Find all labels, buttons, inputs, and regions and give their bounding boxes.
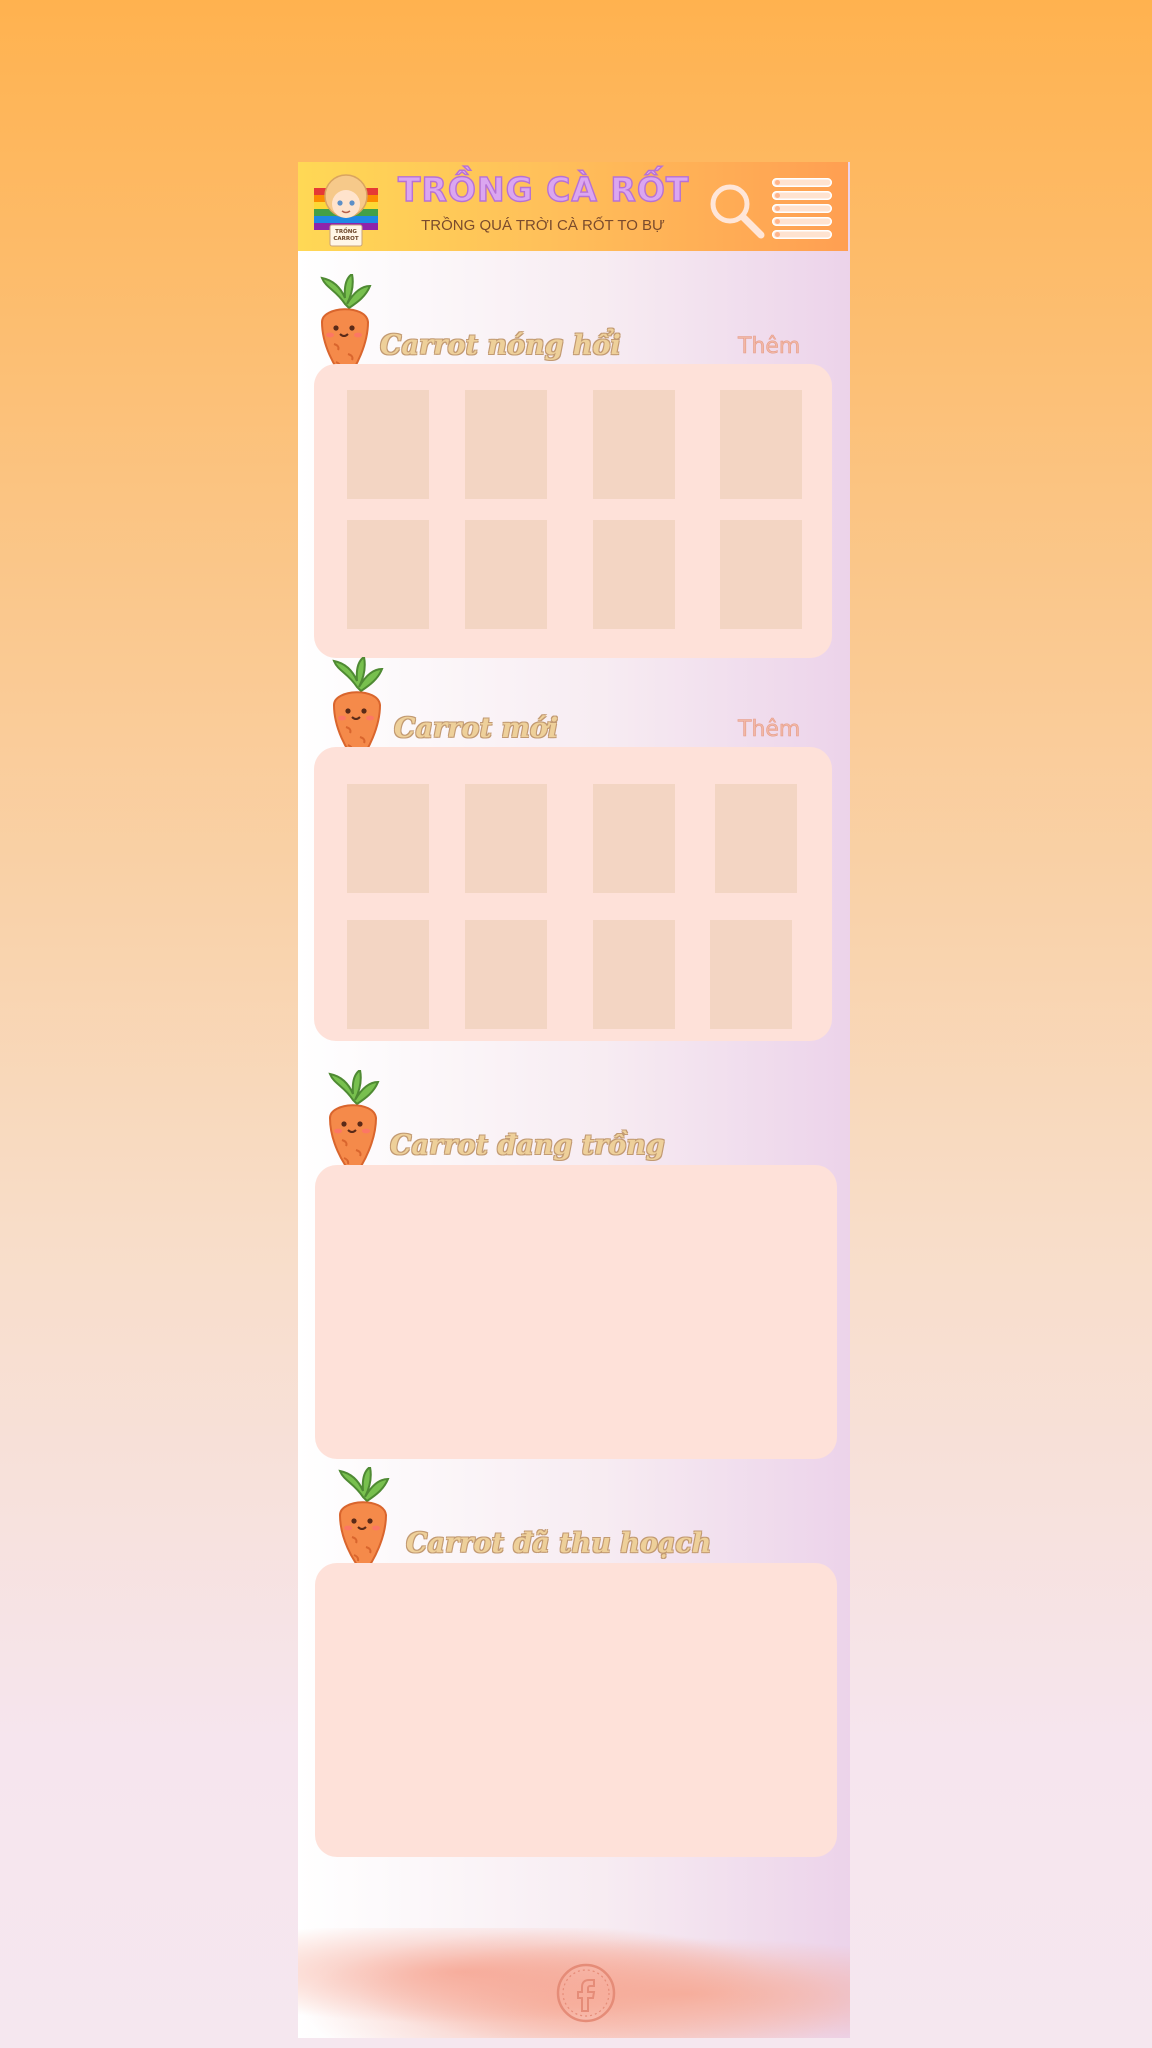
app-title: TRỒNG CÀ RỐT [397,169,690,209]
carrot-card[interactable] [465,920,547,1029]
panel-harvested [315,1563,837,1857]
menu-icon-bar [772,204,832,213]
panel-growing [315,1165,837,1459]
menu-icon-bar [772,217,832,226]
carrot-card[interactable] [593,784,675,893]
carrot-card[interactable] [715,784,797,893]
carrot-card[interactable] [347,920,429,1029]
carrot-card[interactable] [720,520,802,629]
carrot-icon [334,1467,392,1575]
facebook-icon[interactable] [555,1962,617,2024]
carrot-card[interactable] [465,390,547,499]
app-subtitle: TRỒNG QUÁ TRỜI CÀ RỐT TO BỰ [421,217,665,234]
menu-icon[interactable] [772,178,832,242]
more-link-new[interactable]: Thêm [738,717,801,743]
carrot-card[interactable] [347,390,429,499]
carrot-card[interactable] [465,784,547,893]
carrot-card[interactable] [347,784,429,893]
carrot-card[interactable] [593,520,675,629]
carrot-card[interactable] [720,390,802,499]
section-title-new: Carrot mới [394,713,559,744]
section-title-hot: Carrot nóng hổi [380,330,621,361]
menu-icon-bar [772,178,832,187]
menu-icon-bar [772,191,832,200]
carrot-card[interactable] [347,520,429,629]
carrot-card[interactable] [465,520,547,629]
carrot-card[interactable] [593,390,675,499]
search-icon[interactable] [708,182,766,240]
carrot-card[interactable] [710,920,792,1029]
app-background: { "header": { "title": "TRỒNG CÀ RỐT", "… [0,0,1152,2048]
carrot-card[interactable] [593,920,675,1029]
phone-screen: TRỒNG CARROT TRỒNG CÀ RỐT TRỒNG QUÁ TRỜI… [298,162,850,2038]
menu-icon-bar [772,230,832,239]
section-title-growing: Carrot đang trồng [390,1130,665,1161]
section-title-harvested: Carrot đã thu hoạch [406,1528,712,1559]
more-link-hot[interactable]: Thêm [738,334,801,360]
carrot-icon [324,1070,382,1178]
app-header: TRỒNG CARROT TRỒNG CÀ RỐT TRỒNG QUÁ TRỜI… [298,162,848,251]
panel-hot [314,364,832,658]
panel-new [314,747,832,1041]
avatar-badge-text: TRỒNG CARROT [333,229,359,242]
avatar[interactable]: TRỒNG CARROT [312,170,380,248]
